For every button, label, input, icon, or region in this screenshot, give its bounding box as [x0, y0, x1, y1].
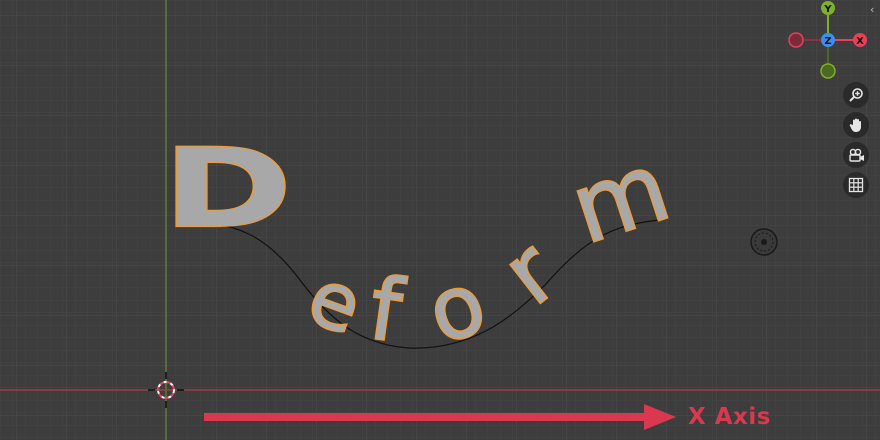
camera-view-button[interactable] — [843, 142, 869, 168]
zoom-button[interactable] — [843, 82, 869, 108]
gizmo-neg-x[interactable] — [788, 32, 804, 48]
navigation-gizmo[interactable]: Y X Z — [786, 0, 870, 84]
camera-icon — [849, 148, 864, 162]
gizmo-x-label: X — [856, 36, 864, 47]
zoom-icon — [849, 88, 863, 102]
collapse-sidebar-icon[interactable]: ‹ — [870, 4, 874, 16]
gizmo-neg-y[interactable] — [820, 63, 836, 79]
grid-icon — [848, 177, 864, 193]
viewport-scene: D e f o r m — [0, 0, 880, 440]
grid-major — [0, 0, 880, 440]
perspective-toggle-button[interactable] — [843, 172, 869, 198]
light-object-icon[interactable] — [750, 228, 778, 256]
pan-button[interactable] — [843, 112, 869, 138]
gizmo-y-label: Y — [823, 4, 832, 15]
3d-viewport[interactable]: D e f o r m X Axis Y X Z ‹ — [0, 0, 880, 440]
x-axis-annotation-label: X Axis — [688, 404, 771, 430]
hand-pan-icon — [849, 118, 861, 132]
letter-d: D — [162, 125, 292, 252]
gizmo-z-label: Z — [824, 36, 831, 47]
